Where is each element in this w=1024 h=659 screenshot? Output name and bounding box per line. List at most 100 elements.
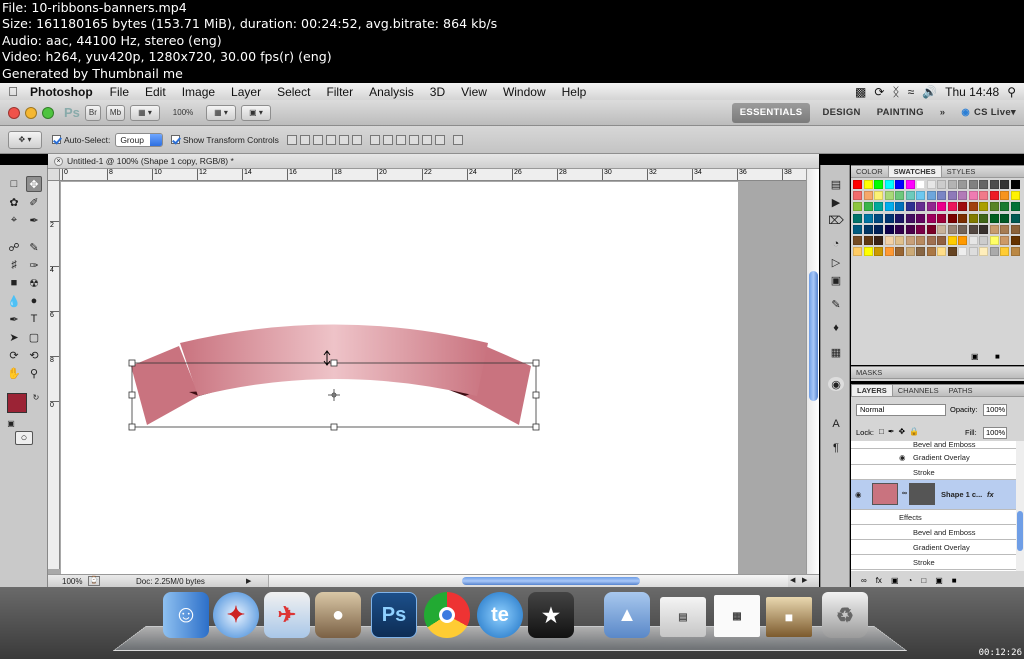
cs-live-button[interactable]: ◉ CS Live ▾ [953, 103, 1024, 123]
layers-scroll-thumb[interactable] [1017, 511, 1023, 551]
color-swatch[interactable] [947, 180, 957, 189]
close-window-button[interactable] [8, 106, 20, 119]
opacity-input[interactable]: 100% [983, 404, 1007, 416]
transform-center-icon[interactable] [328, 389, 340, 401]
kuler-icon[interactable]: ◉ [828, 377, 844, 391]
color-swatch[interactable] [968, 180, 978, 189]
color-swatch[interactable] [979, 180, 988, 189]
tab-styles[interactable]: STYLES [942, 166, 981, 177]
color-swatch[interactable] [979, 236, 988, 245]
camera-icon[interactable]: ▩ [855, 85, 866, 99]
link-layers-icon[interactable]: ∞ [861, 576, 867, 585]
color-swatch[interactable] [1010, 202, 1020, 212]
color-swatch[interactable] [874, 202, 883, 212]
lasso-tool-icon[interactable]: ✿ [6, 194, 22, 210]
color-swatch[interactable] [1000, 202, 1009, 212]
fill-input[interactable]: 100% [983, 427, 1007, 439]
crop-tool-icon[interactable]: ⌖ [6, 212, 22, 228]
brush-tool-icon[interactable]: ✎ [26, 239, 42, 255]
blur-tool-icon[interactable]: 💧 [6, 293, 22, 309]
color-swatch[interactable] [937, 247, 946, 257]
3d-orbit-icon[interactable]: ⟲ [26, 347, 42, 363]
color-swatch[interactable] [937, 180, 946, 189]
layer-visibility-icon[interactable]: ◉ [855, 490, 862, 499]
handle-middle-right[interactable] [532, 391, 540, 399]
document-tab[interactable]: × Untitled-1 @ 100% (Shape 1 copy, RGB/8)… [48, 154, 819, 169]
color-swatch[interactable] [895, 213, 904, 223]
color-swatch[interactable] [874, 180, 883, 189]
quick-select-icon[interactable]: ✐ [26, 194, 42, 210]
color-swatch[interactable] [863, 191, 873, 201]
swatch-grid[interactable] [851, 178, 1024, 270]
view-extras-button[interactable]: ▦ ▾ [130, 104, 161, 121]
zoom-window-button[interactable] [42, 106, 54, 119]
color-swatch[interactable] [884, 202, 894, 212]
tab-channels[interactable]: CHANNELS [893, 385, 944, 396]
color-swatch[interactable] [916, 191, 925, 201]
menu-image[interactable]: Image [174, 85, 223, 99]
color-swatch[interactable] [895, 180, 904, 189]
color-swatch[interactable] [884, 247, 894, 257]
color-swatch[interactable] [926, 202, 936, 212]
delete-swatch-icon[interactable]: ■ [995, 352, 1000, 361]
color-swatch[interactable] [926, 191, 936, 201]
color-swatch[interactable] [853, 202, 862, 212]
layer-effect-stroke-2[interactable]: Stroke [851, 555, 1016, 570]
color-swatch[interactable] [1000, 224, 1009, 234]
color-swatch[interactable] [874, 247, 883, 257]
pictures-stack-icon[interactable]: ■ [766, 597, 812, 637]
tab-paths[interactable]: PATHS [944, 385, 978, 396]
transform-controls-checkbox[interactable]: Show Transform Controls [170, 135, 279, 145]
arrange-documents-button[interactable]: ▦ ▾ [206, 104, 237, 121]
tab-swatches[interactable]: SWATCHES [887, 166, 942, 177]
color-swatch[interactable] [947, 236, 957, 245]
handle-middle-left[interactable] [128, 391, 136, 399]
mail-icon[interactable]: ✈ [264, 592, 310, 638]
color-swatch[interactable] [958, 224, 967, 234]
marquee-tool-icon[interactable]: □ [6, 176, 22, 192]
new-group-icon[interactable]: □ [921, 576, 926, 585]
horizontal-scroll-thumb[interactable] [462, 577, 640, 585]
color-swatch[interactable] [937, 191, 946, 201]
default-colors-icon[interactable]: ▣ [3, 415, 19, 431]
clock[interactable]: Thu 14:48 [945, 85, 999, 99]
color-swatch[interactable] [1010, 236, 1020, 245]
menu-view[interactable]: View [453, 85, 495, 99]
color-swatch[interactable] [1000, 180, 1009, 189]
layer-effects-group[interactable]: Effects [851, 510, 1016, 525]
character-panel-icon[interactable]: A [828, 417, 844, 431]
layer-shape-1-copy[interactable]: ◉ ∞ Shape 1 c... fx [851, 480, 1016, 510]
dodge-tool-icon[interactable]: ● [26, 293, 42, 309]
layer-effect-bevel[interactable]: Bevel and Emboss [851, 441, 1016, 449]
photoshop-dock-icon[interactable]: Ps [371, 592, 417, 638]
color-swatch[interactable] [874, 191, 883, 201]
color-swatch[interactable] [926, 236, 936, 245]
handle-bottom-right[interactable] [532, 423, 540, 431]
play-action-icon[interactable]: ▷ [828, 255, 844, 269]
imovie-icon[interactable]: ★ [528, 592, 574, 638]
workspace-essentials[interactable]: ESSENTIALS [731, 102, 811, 123]
effect-visibility-icon[interactable]: ◉ [899, 453, 906, 462]
color-swatch[interactable] [916, 213, 925, 223]
new-layer-icon[interactable]: ▣ [935, 576, 943, 585]
finder-icon[interactable]: ☺ [163, 592, 209, 638]
scroll-left-arrow-icon[interactable]: ◀ [790, 576, 795, 584]
eraser-tool-icon[interactable]: ■ [6, 275, 22, 291]
status-info-icon[interactable]: ⌚ [88, 576, 100, 586]
color-swatch[interactable] [937, 213, 946, 223]
color-swatch[interactable] [958, 191, 967, 201]
screen-mode-button[interactable]: ▣ ▾ [241, 104, 272, 121]
volume-icon[interactable]: 🔊 [922, 85, 937, 99]
color-swatch[interactable] [884, 236, 894, 245]
layer-effect-bevel-2[interactable]: Bevel and Emboss [851, 525, 1016, 540]
color-swatch[interactable] [958, 236, 967, 245]
adjustments-panel-icon[interactable]: ◔ [828, 237, 844, 251]
tab-masks[interactable]: MASKS [851, 367, 887, 378]
menu-3d[interactable]: 3D [422, 85, 453, 99]
color-swatch[interactable] [968, 191, 978, 201]
tab-layers[interactable]: LAYERS [851, 385, 893, 396]
menu-select[interactable]: Select [269, 85, 318, 99]
color-swatch[interactable] [979, 224, 988, 234]
foreground-color-swatch[interactable] [7, 393, 27, 413]
color-swatch[interactable] [853, 180, 862, 189]
